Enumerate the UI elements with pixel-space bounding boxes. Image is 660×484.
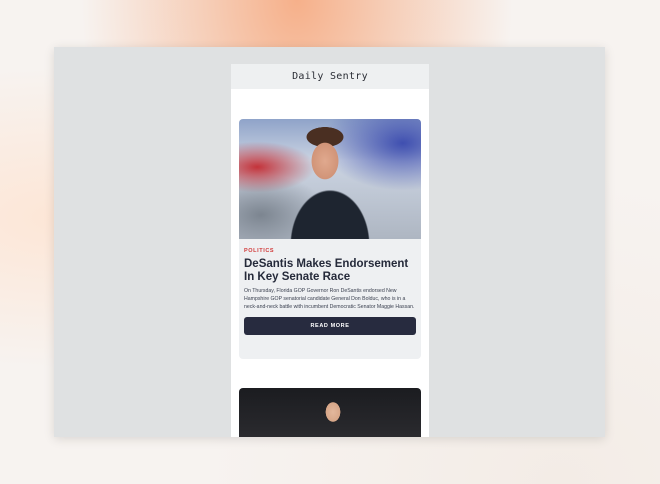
article-image[interactable] xyxy=(239,119,421,239)
browser-viewport: Daily Sentry POLITICS DeSantis Makes End… xyxy=(54,47,605,437)
read-more-button[interactable]: READ MORE xyxy=(244,316,416,335)
article-card xyxy=(239,388,421,437)
article-body: POLITICS DeSantis Makes Endorsement In K… xyxy=(239,239,421,335)
article-excerpt: On Thursday, Florida GOP Governor Ron De… xyxy=(244,288,415,310)
article-image[interactable] xyxy=(239,388,421,437)
article-category: POLITICS xyxy=(244,248,275,254)
site-header: Daily Sentry xyxy=(231,64,429,89)
site-title[interactable]: Daily Sentry xyxy=(292,71,368,82)
article-headline[interactable]: DeSantis Makes Endorsement In Key Senate… xyxy=(244,258,416,284)
article-card: POLITICS DeSantis Makes Endorsement In K… xyxy=(239,119,421,359)
mobile-page: Daily Sentry POLITICS DeSantis Makes End… xyxy=(231,64,429,437)
